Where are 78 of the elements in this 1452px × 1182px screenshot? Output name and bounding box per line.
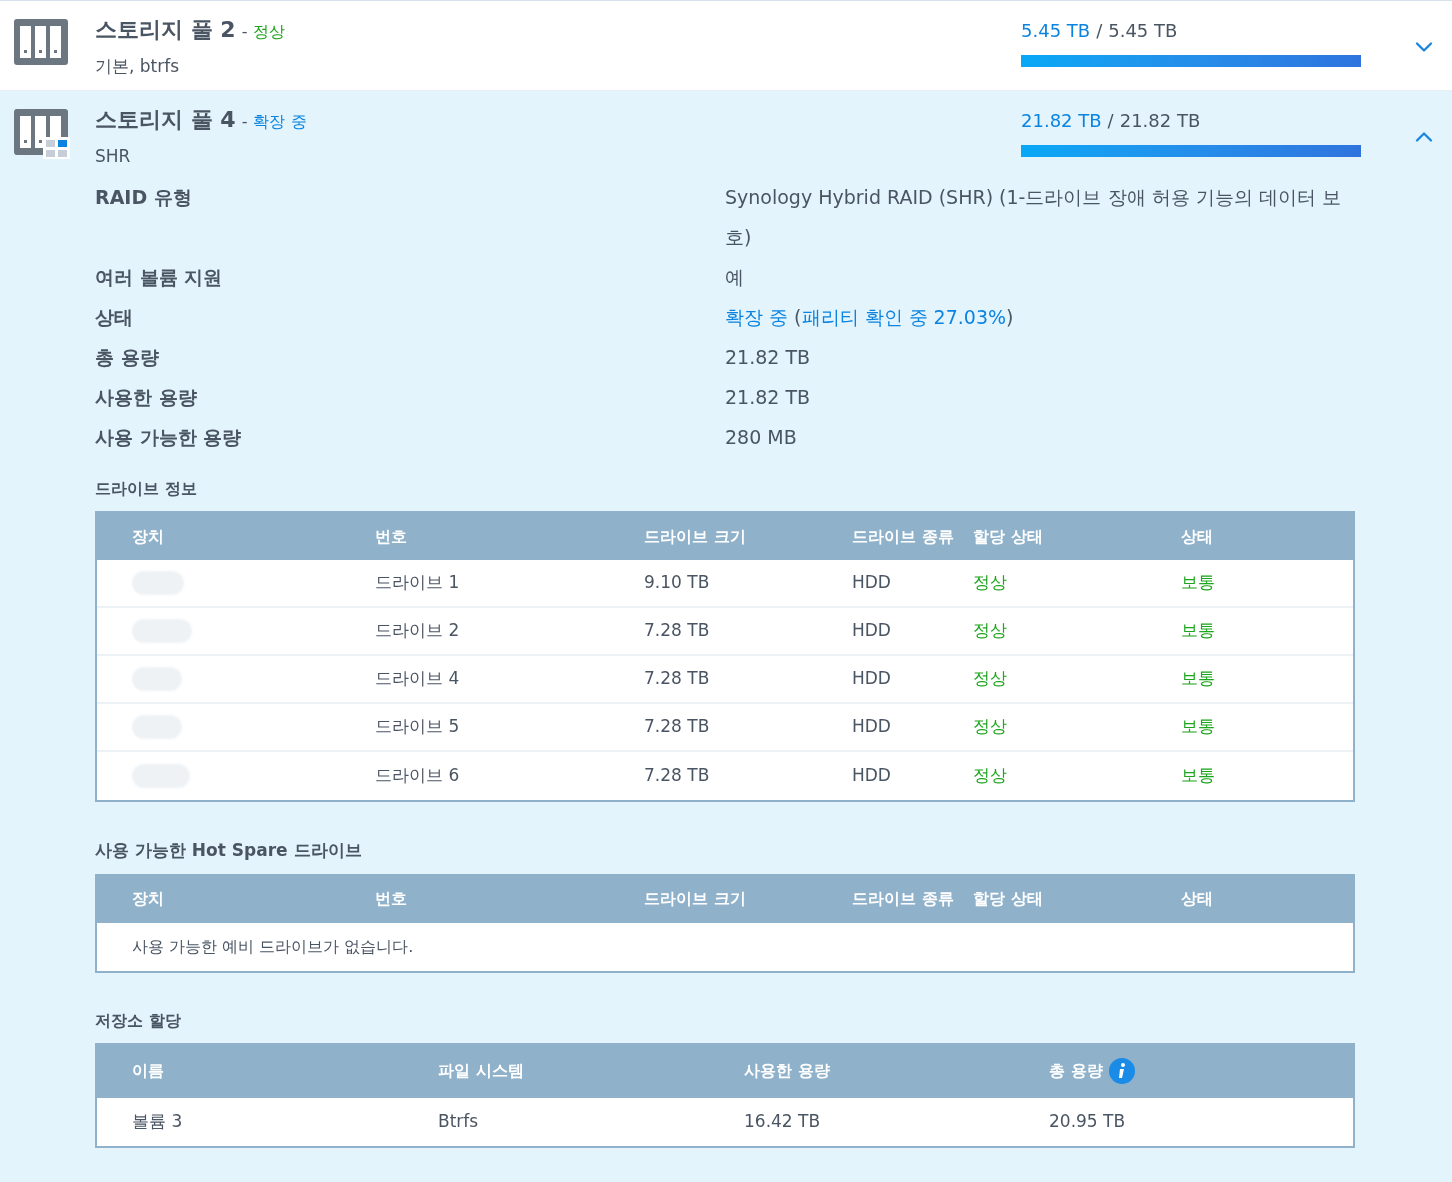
pool-title: 스토리지 풀 2 [95, 16, 236, 44]
table-cell-text: 정상 [973, 667, 1008, 691]
property-label: 상태 [95, 305, 134, 330]
table-cell-text: 보통 [1181, 619, 1216, 643]
total-capacity: 5.45 TB [1108, 19, 1178, 43]
table-cell-text: 드라이브 2 [375, 619, 461, 643]
table-cell-text: 보통 [1181, 715, 1216, 739]
property-label: 사용한 용량 [95, 385, 198, 410]
table-cell-text: 보통 [1181, 764, 1216, 788]
table-cell-text: 7.28 TB [644, 764, 711, 788]
slash: / [1107, 108, 1114, 133]
column-header[interactable]: 총 용량 [1049, 1059, 1103, 1083]
column-header[interactable]: 드라이브 크기 [644, 524, 852, 549]
table-cell-text: 정상 [973, 715, 1008, 739]
table-cell-text: 볼륨 3 [132, 1109, 184, 1133]
property-label: 사용 가능한 용량 [95, 425, 243, 450]
table-cell-text: 7.28 TB [644, 667, 711, 691]
property-value: 280 MB [725, 425, 798, 450]
table-cell-text: HDD [852, 764, 892, 788]
column-header[interactable]: 장치 [132, 524, 375, 549]
table-cell-text: 정상 [973, 571, 1008, 595]
dash: - [241, 21, 248, 43]
property-label: 여러 볼륨 지원 [95, 265, 224, 290]
pool-subtitle: 기본, btrfs [95, 55, 181, 78]
table-cell-text: 20.95 TB [1049, 1109, 1127, 1133]
info-icon[interactable] [1108, 1058, 1135, 1084]
column-header[interactable]: 번호 [375, 524, 644, 549]
dash: - [241, 110, 248, 133]
property-label: RAID 유형 [95, 185, 193, 210]
table-cell-text: HDD [852, 667, 892, 691]
pool-subtitle: SHR [95, 144, 132, 168]
table-cell-text: 드라이브 5 [375, 715, 461, 739]
pool-status: 확장 중 [253, 110, 307, 133]
column-header[interactable]: 상태 [1181, 887, 1353, 911]
property-value: Synology Hybrid RAID (SHR) (1-드라이브 장애 허용 기능의 데이터 보호) [725, 185, 1342, 250]
column-header[interactable]: 할당 상태 [973, 887, 1181, 911]
column-header[interactable]: 드라이브 크기 [644, 887, 852, 911]
column-header[interactable]: 장치 [132, 887, 375, 911]
total-capacity: 21.82 TB [1119, 108, 1201, 133]
column-header[interactable]: 이름 [132, 1059, 164, 1083]
used-capacity: 21.82 TB [1021, 108, 1102, 133]
property-value: 21.82 TB [725, 345, 812, 370]
column-header[interactable]: 번호 [375, 887, 644, 911]
pool-title: 스토리지 풀 4 [95, 105, 236, 134]
table-cell-text: Btrfs [438, 1109, 480, 1133]
table-cell-text: HDD [852, 571, 892, 595]
table-cell-text: HDD [852, 619, 892, 643]
table-cell-text: 정상 [973, 619, 1008, 643]
slash: / [1096, 19, 1103, 43]
property-value: 예 [725, 265, 745, 290]
property-value: 확장 중 (패리티 확인 중 27.03%) [725, 305, 1015, 330]
column-header[interactable]: 파일 시스템 [438, 1059, 524, 1083]
pool-status: 정상 [253, 21, 286, 43]
table-cell-text: 9.10 TB [644, 571, 711, 595]
table-cell-text: 16.42 TB [744, 1109, 822, 1133]
section-title: 저장소 할당 [95, 1009, 182, 1032]
section-title: 사용 가능한 Hot Spare 드라이브 [95, 839, 363, 862]
table-cell-text: 드라이브 4 [375, 667, 461, 691]
column-header[interactable]: 할당 상태 [973, 524, 1181, 549]
storage-pool-row[interactable]: 스토리지 풀 2 - 정상 기본, btrfs 5.45 TB / 5.45 TB [0, 0, 1452, 91]
empty-message: 사용 가능한 예비 드라이브가 없습니다. [132, 935, 414, 958]
table-cell-text: HDD [852, 715, 892, 739]
column-header[interactable]: 사용한 용량 [744, 1059, 830, 1083]
used-capacity: 5.45 TB [1021, 19, 1091, 43]
table-cell-text: 드라이브 6 [375, 764, 461, 788]
property-value: 21.82 TB [725, 385, 812, 410]
table-cell-text: 정상 [973, 764, 1008, 788]
column-header[interactable]: 상태 [1181, 524, 1353, 549]
table-cell-text: 7.28 TB [644, 715, 711, 739]
table-cell-text: 드라이브 1 [375, 571, 461, 595]
table-cell-text: 7.28 TB [644, 619, 711, 643]
column-header[interactable]: 드라이브 종류 [852, 887, 973, 911]
storage-pool-expanding-icon [14, 106, 70, 159]
column-header[interactable]: 드라이브 종류 [852, 524, 973, 549]
section-title: 드라이브 정보 [95, 478, 198, 500]
table-cell-text: 보통 [1181, 667, 1216, 691]
table-cell-text: 보통 [1181, 571, 1216, 595]
property-label: 총 용량 [95, 345, 160, 370]
